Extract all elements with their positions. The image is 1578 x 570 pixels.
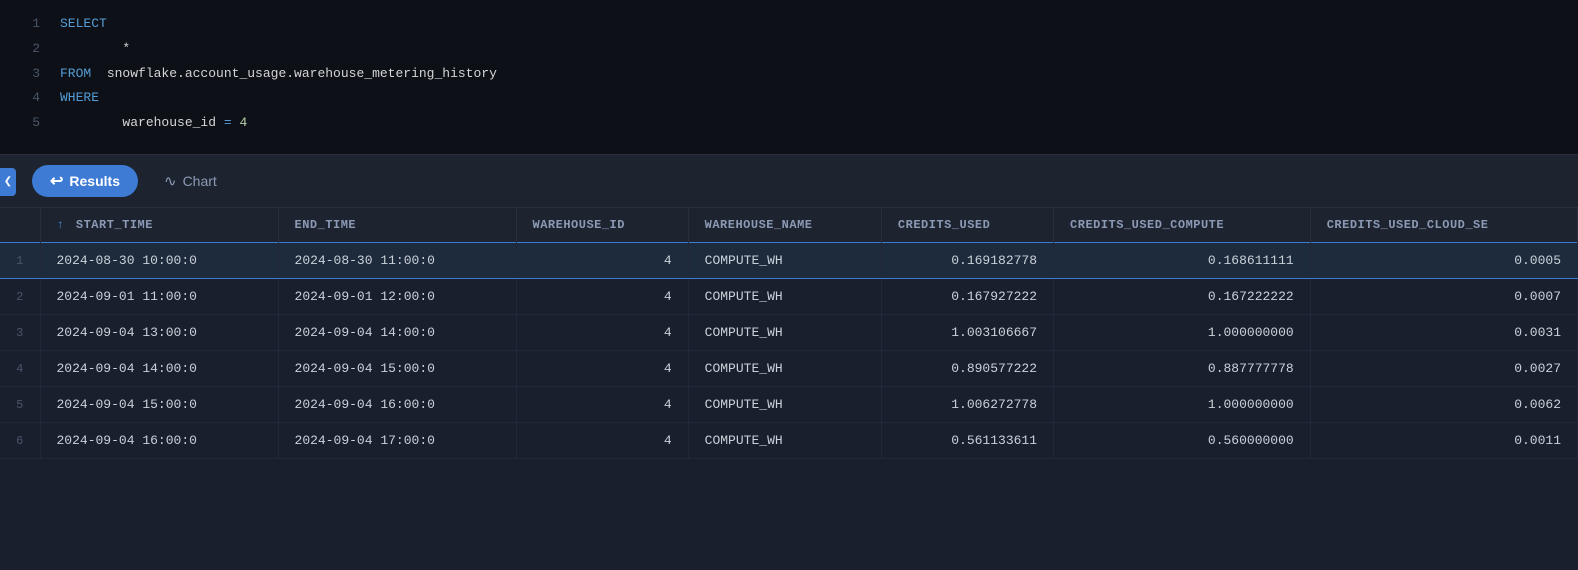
table-cell: 4 (516, 315, 688, 351)
chart-icon: ∿ (164, 172, 177, 190)
line-content-3: FROM snowflake.account_usage.warehouse_m… (60, 64, 497, 85)
table-cell: 0.167927222 (881, 279, 1053, 315)
table-cell: 4 (516, 279, 688, 315)
col-header-start-time[interactable]: ↑ START_TIME (40, 208, 278, 243)
table-row[interactable]: 32024-09-04 13:00:02024-09-04 14:00:04CO… (0, 315, 1578, 351)
line-content-5: warehouse_id = 4 (60, 113, 247, 134)
col-header-warehouse-id[interactable]: WAREHOUSE_ID (516, 208, 688, 243)
col-header-credits-used[interactable]: CREDITS_USED (881, 208, 1053, 243)
table-row[interactable]: 42024-09-04 14:00:02024-09-04 15:00:04CO… (0, 351, 1578, 387)
line-number-3: 3 (0, 66, 60, 81)
table-cell: 0.887777778 (1054, 351, 1311, 387)
table-cell: 1.000000000 (1054, 387, 1311, 423)
results-table: ↑ START_TIME END_TIME WAREHOUSE_ID WAREH… (0, 208, 1578, 459)
line-number-4: 4 (0, 90, 60, 105)
table-row[interactable]: 62024-09-04 16:00:02024-09-04 17:00:04CO… (0, 423, 1578, 459)
table-cell: 2024-09-04 17:00:0 (278, 423, 516, 459)
table-row[interactable]: 12024-08-30 10:00:02024-08-30 11:00:04CO… (0, 243, 1578, 279)
row-number-cell: 5 (0, 387, 40, 423)
line-content-4: WHERE (60, 88, 99, 109)
row-number-cell: 2 (0, 279, 40, 315)
col-label-credits-used-cloud: CREDITS_USED_CLOUD_SE (1327, 218, 1489, 232)
table-cell: 2024-09-01 11:00:0 (40, 279, 278, 315)
table-cell: 4 (516, 243, 688, 279)
col-label-credits-used-compute: CREDITS_USED_COMPUTE (1070, 218, 1224, 232)
results-icon: ↩ (50, 171, 63, 191)
row-number-cell: 6 (0, 423, 40, 459)
results-area: ↑ START_TIME END_TIME WAREHOUSE_ID WAREH… (0, 208, 1578, 459)
line-number-2: 2 (0, 41, 60, 56)
table-header-row: ↑ START_TIME END_TIME WAREHOUSE_ID WAREH… (0, 208, 1578, 243)
sql-editor[interactable]: 1 SELECT 2 * 3 FROM snowflake.account_us… (0, 0, 1578, 155)
col-header-warehouse-name[interactable]: WAREHOUSE_NAME (688, 208, 881, 243)
table-cell: 0.0011 (1310, 423, 1577, 459)
table-cell: 0.0027 (1310, 351, 1577, 387)
table-cell: 0.561133611 (881, 423, 1053, 459)
col-label-warehouse-id: WAREHOUSE_ID (533, 218, 625, 232)
table-cell: 0.0062 (1310, 387, 1577, 423)
table-cell: 2024-09-04 13:00:0 (40, 315, 278, 351)
chart-tab-label: Chart (183, 173, 217, 189)
table-cell: 4 (516, 351, 688, 387)
table-cell: 0.0005 (1310, 243, 1577, 279)
table-cell: 2024-09-04 16:00:0 (278, 387, 516, 423)
row-number-cell: 1 (0, 243, 40, 279)
table-cell: 1.000000000 (1054, 315, 1311, 351)
table-cell: 0.168611111 (1054, 243, 1311, 279)
table-cell: 2024-09-04 14:00:0 (278, 315, 516, 351)
col-header-rownum (0, 208, 40, 243)
sort-icon: ↑ (57, 218, 65, 232)
table-cell: 2024-08-30 11:00:0 (278, 243, 516, 279)
table-cell: 0.167222222 (1054, 279, 1311, 315)
table-cell: 2024-09-04 15:00:0 (278, 351, 516, 387)
col-label-warehouse-name: WAREHOUSE_NAME (705, 218, 813, 232)
tab-chart[interactable]: ∿ Chart (146, 166, 235, 196)
sql-line-1: 1 SELECT (0, 12, 1578, 37)
col-label-start-time: START_TIME (76, 218, 153, 232)
col-label-end-time: END_TIME (295, 218, 357, 232)
sql-line-5: 5 warehouse_id = 4 (0, 111, 1578, 136)
table-cell: 2024-08-30 10:00:0 (40, 243, 278, 279)
sql-line-3: 3 FROM snowflake.account_usage.warehouse… (0, 62, 1578, 87)
table-cell: 2024-09-01 12:00:0 (278, 279, 516, 315)
collapse-button[interactable]: ❮ (0, 168, 16, 196)
col-label-credits-used: CREDITS_USED (898, 218, 990, 232)
table-cell: COMPUTE_WH (688, 243, 881, 279)
table-cell: 4 (516, 387, 688, 423)
tabs-bar: ❮ ↩ Results ∿ Chart (0, 155, 1578, 208)
table-cell: 0.0031 (1310, 315, 1577, 351)
table-row[interactable]: 22024-09-01 11:00:02024-09-01 12:00:04CO… (0, 279, 1578, 315)
table-cell: 2024-09-04 15:00:0 (40, 387, 278, 423)
line-number-1: 1 (0, 16, 60, 31)
table-cell: 2024-09-04 14:00:0 (40, 351, 278, 387)
sql-line-4: 4 WHERE (0, 86, 1578, 111)
table-cell: COMPUTE_WH (688, 279, 881, 315)
row-number-cell: 4 (0, 351, 40, 387)
results-tab-label: Results (69, 173, 120, 189)
row-number-cell: 3 (0, 315, 40, 351)
table-cell: 1.003106667 (881, 315, 1053, 351)
table-cell: 4 (516, 423, 688, 459)
table-cell: 1.006272778 (881, 387, 1053, 423)
table-cell: 0.890577222 (881, 351, 1053, 387)
table-cell: COMPUTE_WH (688, 315, 881, 351)
table-cell: COMPUTE_WH (688, 351, 881, 387)
col-header-credits-used-compute[interactable]: CREDITS_USED_COMPUTE (1054, 208, 1311, 243)
sql-line-2: 2 * (0, 37, 1578, 62)
col-header-end-time[interactable]: END_TIME (278, 208, 516, 243)
table-cell: COMPUTE_WH (688, 423, 881, 459)
line-content-1: SELECT (60, 14, 107, 35)
line-content-2: * (60, 39, 130, 60)
table-row[interactable]: 52024-09-04 15:00:02024-09-04 16:00:04CO… (0, 387, 1578, 423)
line-number-5: 5 (0, 115, 60, 130)
col-header-credits-used-cloud[interactable]: CREDITS_USED_CLOUD_SE (1310, 208, 1577, 243)
table-cell: COMPUTE_WH (688, 387, 881, 423)
table-cell: 0.0007 (1310, 279, 1577, 315)
tab-results[interactable]: ↩ Results (32, 165, 138, 197)
table-body: 12024-08-30 10:00:02024-08-30 11:00:04CO… (0, 243, 1578, 459)
table-cell: 0.560000000 (1054, 423, 1311, 459)
table-cell: 2024-09-04 16:00:0 (40, 423, 278, 459)
table-cell: 0.169182778 (881, 243, 1053, 279)
